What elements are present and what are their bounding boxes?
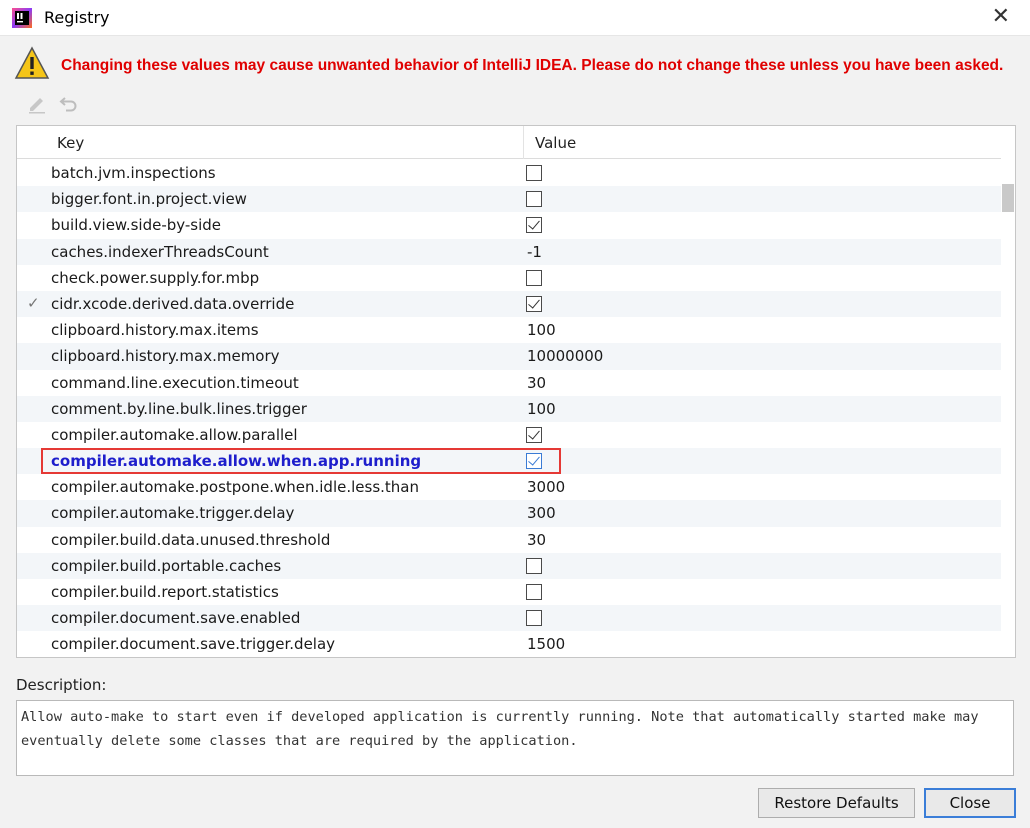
table-row[interactable]: build.view.side-by-side [17,212,1001,238]
window-title: Registry [44,8,110,27]
revert-icon[interactable] [58,92,80,114]
description-label: Description: [16,676,107,694]
row-value[interactable]: 1500 [527,635,565,653]
close-icon[interactable]: ✕ [992,4,1010,30]
row-key: compiler.build.portable.caches [51,556,282,575]
restore-defaults-button[interactable]: Restore Defaults [758,788,915,818]
row-key: compiler.automake.postpone.when.idle.les… [51,478,419,497]
table-row[interactable]: comment.by.line.bulk.lines.trigger 100 [17,395,1001,422]
row-key: batch.jvm.inspections [51,164,216,182]
registry-table: Key Value batch.jvm.inspections bigger.fo… [16,125,1016,658]
table-row[interactable]: compiler.build.portable.caches [17,552,1001,579]
value-checkbox[interactable] [526,191,542,208]
intellij-app-icon [12,8,32,28]
value-checkbox[interactable] [526,610,542,627]
key-column-header[interactable]: Key [57,134,84,152]
row-key: compiler.automake.trigger.delay [51,504,295,523]
row-key: compiler.document.save.enabled [51,609,301,628]
row-key: compiler.automake.allow.parallel [51,425,298,444]
table-row[interactable]: batch.jvm.inspections [17,160,1001,186]
row-key: compiler.document.save.trigger.delay [51,635,336,654]
value-column-header[interactable]: Value [535,134,576,152]
row-key: compiler.build.report.statistics [51,583,279,601]
table-row[interactable]: compiler.build.data.unused.threshold 30 [17,527,1001,553]
table-row[interactable]: compiler.automake.postpone.when.idle.les… [17,474,1001,500]
table-body: batch.jvm.inspections bigger.font.in.proj… [17,160,1001,657]
title-bar: Registry ✕ [0,0,1030,36]
row-value[interactable]: 100 [527,400,556,418]
table-row[interactable]: command.line.execution.timeout 30 [17,370,1001,396]
row-key: build.view.side-by-side [51,216,222,235]
table-row[interactable]: ✓ cidr.xcode.derived.data.override [17,290,1001,318]
row-key: caches.indexerThreadsCount [51,242,269,261]
table-row[interactable]: compiler.document.save.enabled [17,605,1001,632]
row-key: compiler.automake.allow.when.app.running [51,452,422,471]
table-row[interactable]: clipboard.history.max.items 100 [17,317,1001,343]
row-key: command.line.execution.timeout [51,373,299,392]
row-key: bigger.font.in.project.view [51,190,247,209]
row-value[interactable]: -1 [527,243,542,261]
table-row[interactable]: clipboard.history.max.memory 10000000 [17,343,1001,370]
table-row[interactable]: bigger.font.in.project.view [17,186,1001,213]
table-row[interactable]: compiler.document.save.trigger.delay 1500 [17,631,1001,657]
scrollbar-thumb[interactable] [1002,184,1014,212]
warning-message: Changing these values may cause unwanted… [61,57,1004,74]
row-key: clipboard.history.max.memory [51,347,280,366]
modified-check-icon: ✓ [27,293,40,312]
row-key: comment.by.line.bulk.lines.trigger [51,399,307,418]
value-checkbox[interactable] [526,217,542,234]
row-key: check.power.supply.for.mbp [51,268,260,287]
row-value[interactable]: 3000 [527,478,565,496]
row-key: clipboard.history.max.items [51,321,259,340]
value-checkbox[interactable] [526,165,542,181]
value-checkbox[interactable] [526,557,542,574]
row-value[interactable]: 30 [527,531,546,549]
column-divider[interactable] [523,126,524,159]
row-key: compiler.build.data.unused.threshold [51,530,331,549]
row-value[interactable]: 10000000 [527,347,603,365]
value-checkbox[interactable] [526,426,542,443]
table-row[interactable]: caches.indexerThreadsCount -1 [17,238,1001,265]
table-row[interactable]: compiler.automake.trigger.delay 300 [17,500,1001,527]
row-value[interactable]: 300 [527,504,556,522]
value-checkbox[interactable] [526,453,542,470]
value-checkbox[interactable] [526,584,542,600]
value-checkbox[interactable] [526,295,542,312]
warning-triangle-icon [14,46,50,79]
row-value[interactable]: 100 [527,321,556,339]
value-checkbox[interactable] [526,269,542,286]
table-row[interactable]: check.power.supply.for.mbp [17,265,1001,291]
table-row[interactable]: compiler.automake.allow.when.app.running [17,448,1001,475]
row-key: cidr.xcode.derived.data.override [51,294,295,313]
table-row[interactable]: compiler.automake.allow.parallel [17,422,1001,448]
close-button[interactable]: Close [924,788,1016,818]
warning-banner: Changing these values may cause unwanted… [0,40,1030,88]
table-row[interactable]: compiler.build.report.statistics [17,579,1001,605]
description-text: Allow auto-make to start even if develop… [16,700,1014,776]
edit-icon[interactable] [26,92,48,114]
vertical-scrollbar[interactable] [1001,126,1015,657]
table-header: Key Value [17,126,1001,159]
row-value[interactable]: 30 [527,374,546,392]
